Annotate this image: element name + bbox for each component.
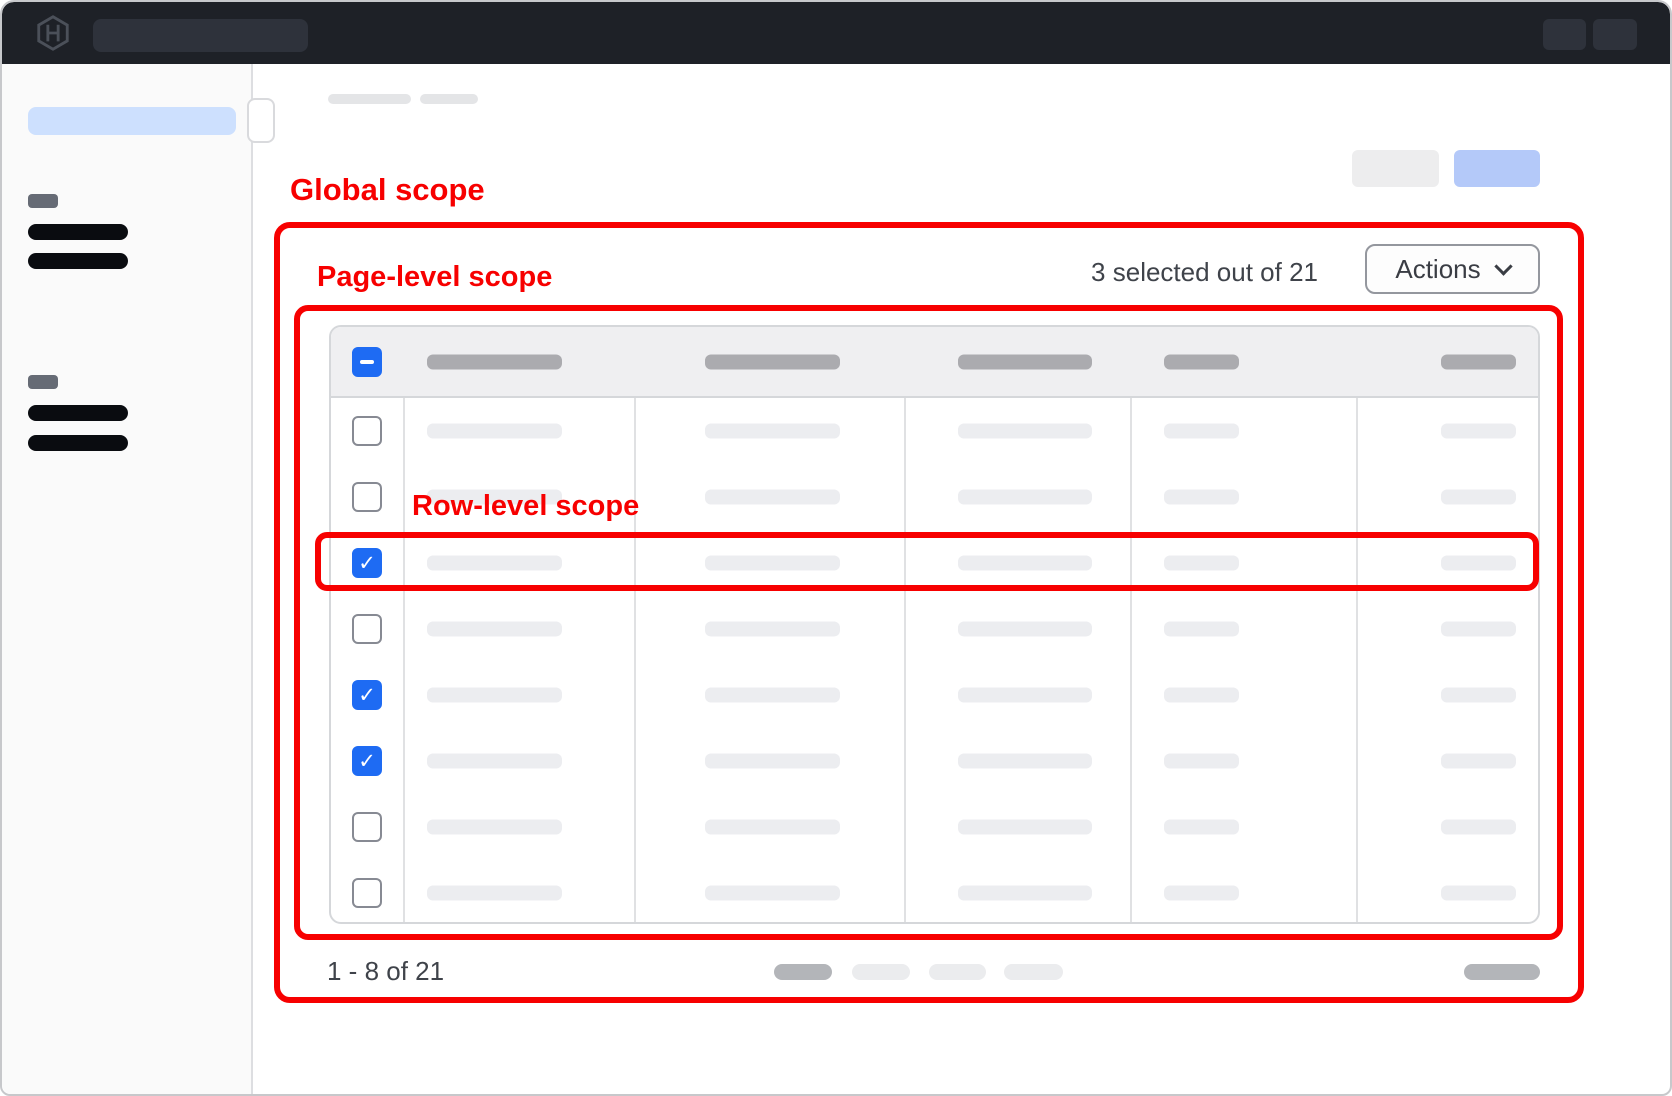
breadcrumb-item[interactable] — [420, 94, 478, 104]
app-window: 3 selected out of 21 Actions 1 - 8 of 21 — [0, 0, 1672, 1096]
cell-placeholder — [427, 754, 562, 769]
row-checkbox[interactable] — [352, 680, 382, 710]
cell-placeholder — [705, 688, 840, 703]
page-size-control[interactable] — [774, 964, 832, 980]
table-row — [331, 860, 1538, 924]
sidebar-toggle[interactable] — [247, 98, 275, 143]
cell-placeholder — [427, 622, 562, 637]
row-scope-label: Row-level scope — [412, 490, 639, 523]
header-placeholder — [427, 354, 562, 369]
cell-placeholder — [958, 490, 1092, 505]
cell-placeholder — [958, 556, 1092, 571]
cell-placeholder — [705, 622, 840, 637]
table-row — [331, 530, 1538, 596]
cell-placeholder — [1441, 754, 1516, 769]
table-row — [331, 662, 1538, 728]
screen: 3 selected out of 21 Actions 1 - 8 of 21 — [0, 0, 1672, 1096]
cell-placeholder — [1164, 490, 1239, 505]
primary-button[interactable] — [1454, 150, 1540, 187]
row-checkbox[interactable] — [352, 416, 382, 446]
cell-placeholder — [1441, 424, 1516, 439]
cell-placeholder — [427, 556, 562, 571]
row-checkbox[interactable] — [352, 878, 382, 908]
sidebar — [2, 64, 253, 1094]
actions-button-label: Actions — [1395, 254, 1480, 285]
cell-placeholder — [958, 754, 1092, 769]
cell-placeholder — [1441, 622, 1516, 637]
cell-placeholder — [958, 886, 1092, 901]
cell-placeholder — [427, 688, 562, 703]
cell-placeholder — [1164, 556, 1239, 571]
cell-placeholder — [1164, 820, 1239, 835]
secondary-button[interactable] — [1352, 150, 1439, 187]
row-checkbox[interactable] — [352, 614, 382, 644]
cell-placeholder — [1441, 886, 1516, 901]
user-menu-button[interactable] — [1593, 19, 1637, 50]
cell-placeholder — [958, 820, 1092, 835]
cell-placeholder — [1164, 754, 1239, 769]
chevron-down-icon — [1494, 257, 1512, 275]
cell-placeholder — [427, 424, 562, 439]
cell-placeholder — [705, 556, 840, 571]
sidebar-item[interactable] — [28, 224, 128, 240]
sidebar-section-label — [28, 194, 58, 208]
search-input[interactable] — [93, 19, 308, 52]
table-header — [331, 327, 1538, 398]
select-all-checkbox[interactable] — [352, 347, 382, 377]
table-row — [331, 728, 1538, 794]
hashicorp-logo-icon — [34, 14, 72, 52]
cell-placeholder — [1441, 556, 1516, 571]
cell-placeholder — [705, 820, 840, 835]
cell-placeholder — [705, 886, 840, 901]
breadcrumb-item[interactable] — [328, 94, 411, 104]
row-checkbox[interactable] — [352, 812, 382, 842]
cell-placeholder — [1441, 490, 1516, 505]
table-row — [331, 596, 1538, 662]
table-row — [331, 794, 1538, 860]
actions-dropdown-button[interactable]: Actions — [1365, 244, 1540, 294]
cell-placeholder — [1164, 886, 1239, 901]
row-checkbox[interactable] — [352, 482, 382, 512]
cell-placeholder — [1441, 820, 1516, 835]
sidebar-section-label — [28, 375, 58, 389]
cell-placeholder — [1164, 424, 1239, 439]
row-checkbox[interactable] — [352, 548, 382, 578]
cell-placeholder — [1441, 688, 1516, 703]
sidebar-item[interactable] — [28, 253, 128, 269]
sidebar-item-active[interactable] — [28, 107, 236, 135]
cell-placeholder — [958, 424, 1092, 439]
cell-placeholder — [427, 886, 562, 901]
data-table — [329, 325, 1540, 924]
pagination-item[interactable] — [929, 964, 986, 980]
header-placeholder — [705, 354, 840, 369]
row-checkbox[interactable] — [352, 746, 382, 776]
cell-placeholder — [1164, 688, 1239, 703]
sidebar-item[interactable] — [28, 435, 128, 451]
pagination-range: 1 - 8 of 21 — [327, 956, 444, 987]
header-placeholder — [1441, 354, 1516, 369]
cell-placeholder — [705, 754, 840, 769]
table-row — [331, 398, 1538, 464]
header-placeholder — [1164, 354, 1239, 369]
cell-placeholder — [958, 688, 1092, 703]
header-placeholder — [958, 354, 1092, 369]
table-body — [331, 398, 1538, 922]
topbar-action-button[interactable] — [1543, 19, 1586, 50]
selection-summary: 3 selected out of 21 — [1091, 257, 1318, 288]
cell-placeholder — [427, 820, 562, 835]
cell-placeholder — [958, 622, 1092, 637]
topbar — [2, 2, 1670, 64]
cell-placeholder — [705, 424, 840, 439]
cell-placeholder — [1164, 622, 1239, 637]
sidebar-item[interactable] — [28, 405, 128, 421]
pagination-item[interactable] — [852, 964, 910, 980]
cell-placeholder — [705, 490, 840, 505]
global-scope-label: Global scope — [290, 172, 485, 208]
page-scope-label: Page-level scope — [317, 261, 552, 294]
pagination-next-control[interactable] — [1464, 964, 1540, 980]
pagination-item[interactable] — [1004, 964, 1063, 980]
